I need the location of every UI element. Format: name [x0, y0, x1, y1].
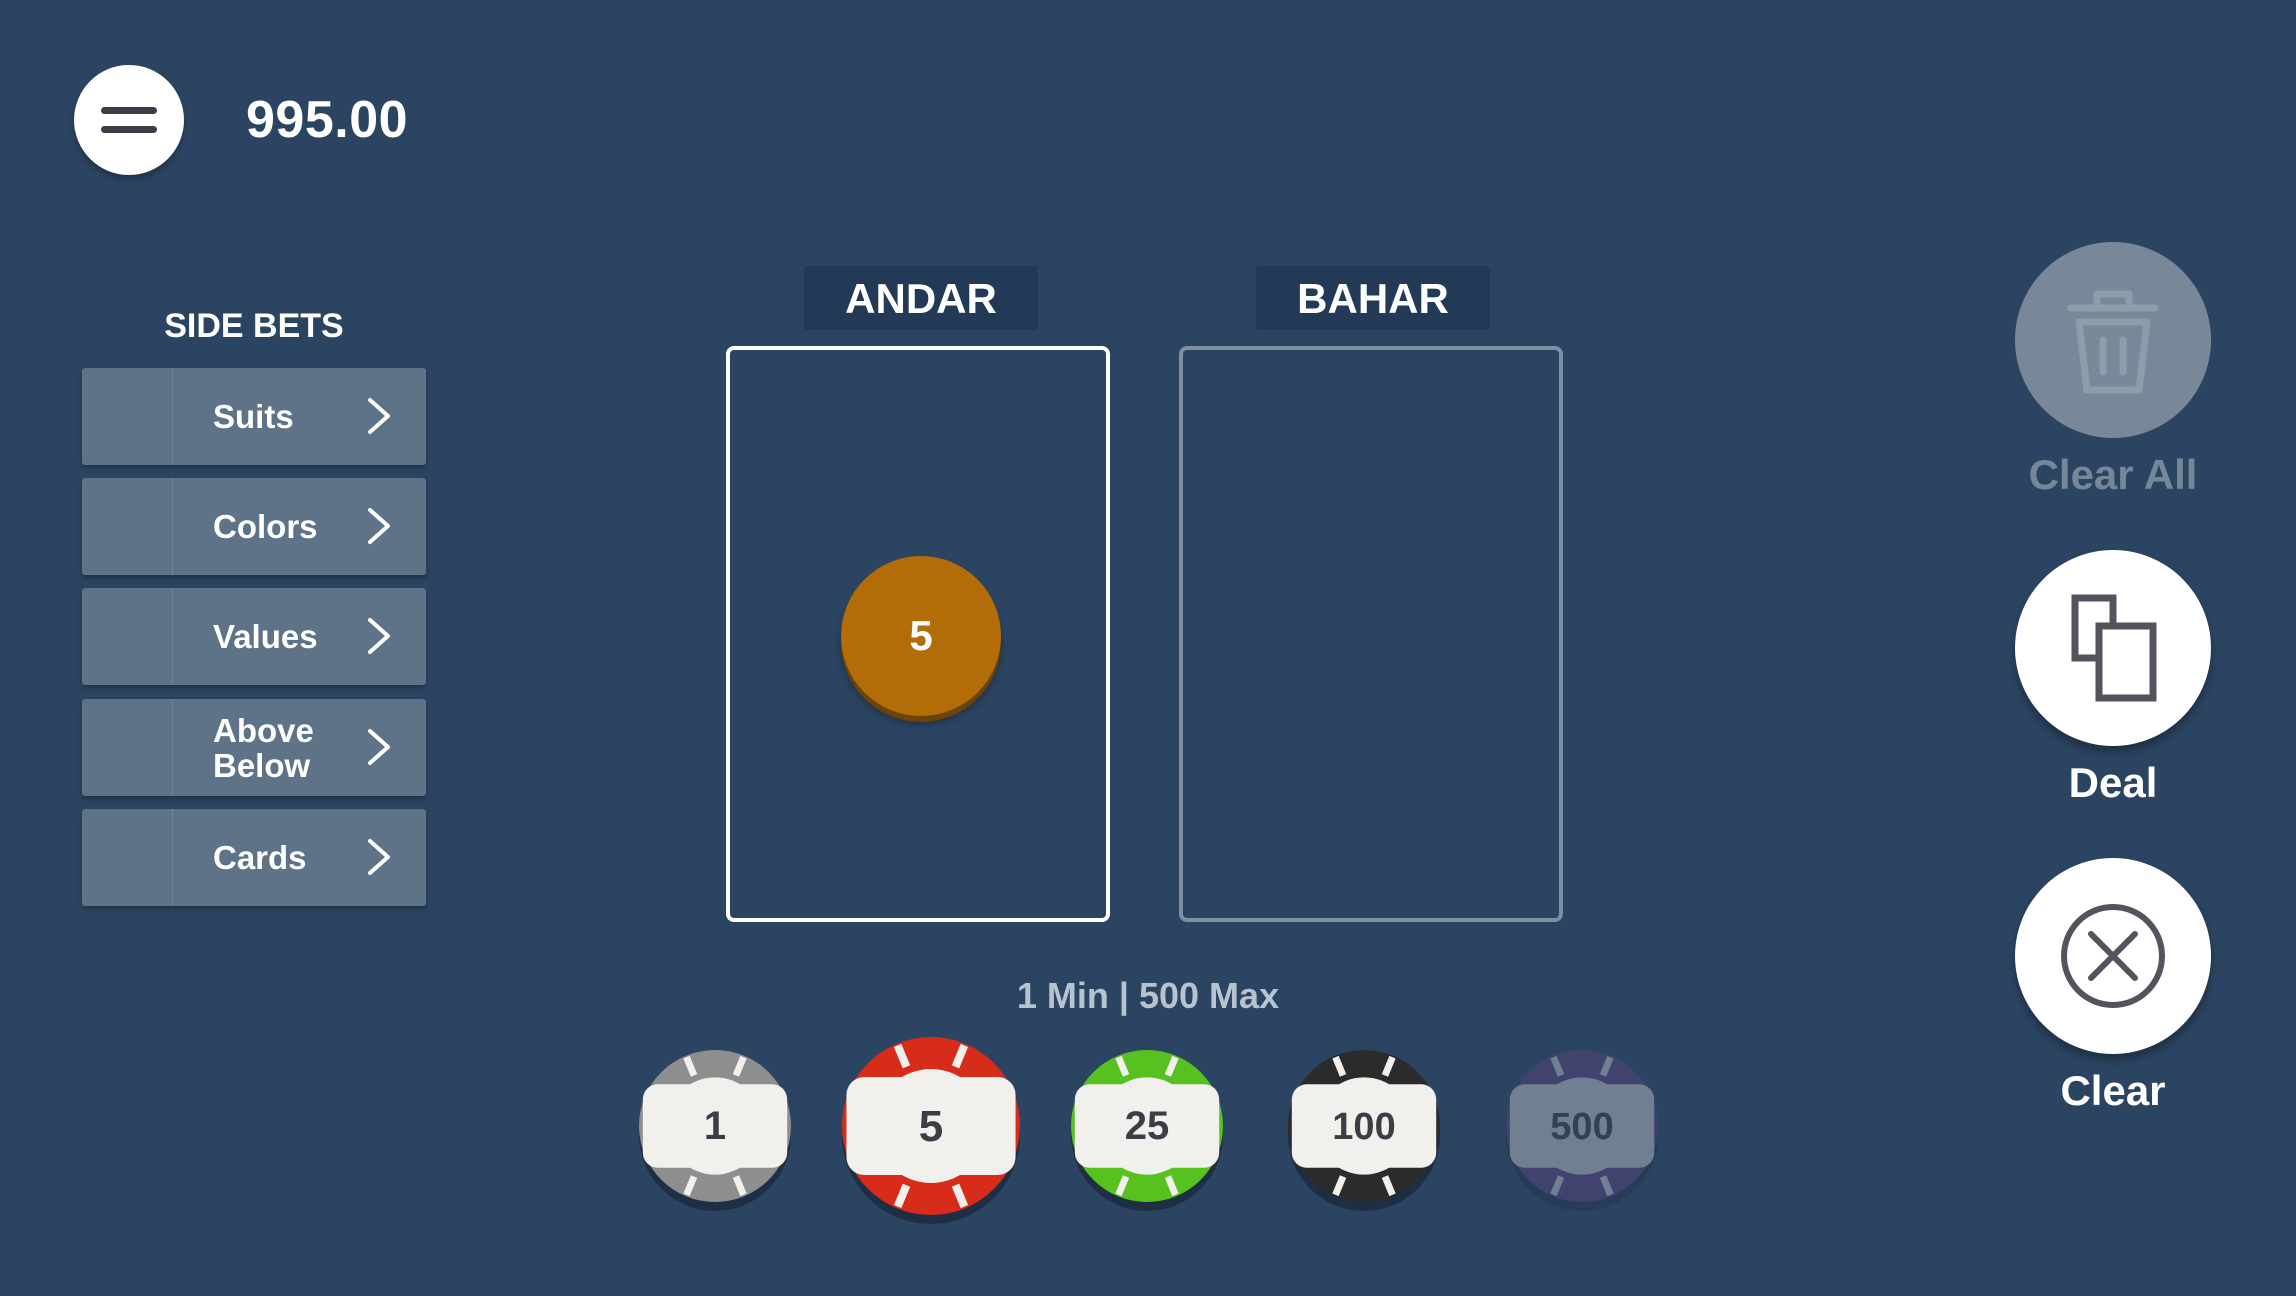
chip-5[interactable]: 5 [832, 1027, 1030, 1225]
trash-icon [2067, 290, 2159, 394]
side-bet-above-below-button[interactable]: Above Below [82, 699, 426, 796]
side-bet-values-button[interactable]: Values [82, 588, 426, 685]
clear-all-button[interactable] [2015, 242, 2211, 438]
side-bet-label: Values [213, 618, 318, 655]
side-bets-title: SIDE BETS [164, 307, 344, 345]
hamburger-menu-icon-bar [101, 126, 157, 133]
chevron-right-icon [368, 729, 390, 765]
chevron-right-icon [368, 398, 390, 434]
deal-button[interactable] [2015, 550, 2211, 746]
deal-label: Deal [2068, 759, 2158, 806]
side-bet-label: Suits [213, 398, 294, 435]
divider [172, 368, 173, 465]
chip-1[interactable]: 1 [629, 1040, 801, 1212]
clear-all-label: Clear All [2028, 451, 2198, 498]
bahar-bet-area[interactable] [1179, 346, 1563, 922]
chip-value-label: 500 [1550, 1106, 1613, 1148]
chevron-right-icon [368, 839, 390, 875]
clear-button[interactable] [2015, 858, 2211, 1054]
chip-100[interactable]: 100 [1278, 1040, 1450, 1212]
divider [172, 809, 173, 906]
bahar-header: BAHAR [1256, 266, 1490, 330]
chip-1-graphic: 1 [639, 1050, 791, 1211]
side-bet-label: Colors [213, 508, 318, 545]
divider [172, 699, 173, 796]
side-bet-suits-button[interactable]: Suits [82, 368, 426, 465]
side-bet-cards-button[interactable]: Cards [82, 809, 426, 906]
chip-25-graphic: 25 [1071, 1050, 1223, 1211]
side-bet-label: Cards [213, 839, 307, 876]
bet-limits: 1 Min | 500 Max [1016, 975, 1280, 1016]
menu-button[interactable] [74, 65, 184, 175]
cards-icon [2071, 594, 2157, 702]
chip-value-label: 1 [704, 1104, 726, 1148]
chip-500-graphic: 500 [1506, 1050, 1658, 1211]
chip-5-graphic: 5 [842, 1037, 1020, 1224]
balance-display: 995.00 [246, 91, 409, 149]
side-bet-label: Above Below [213, 711, 314, 784]
chevron-right-icon [368, 618, 390, 654]
chip-value-label: 5 [919, 1102, 943, 1151]
chip-value-label: 100 [1332, 1106, 1395, 1148]
andar-header: ANDAR [804, 266, 1038, 330]
close-circle-icon [2061, 904, 2165, 1008]
chevron-right-icon [368, 508, 390, 544]
hamburger-menu-icon [101, 107, 157, 114]
chip-25[interactable]: 25 [1061, 1040, 1233, 1212]
placed-chip-andar: 5 [841, 556, 1001, 716]
chip-100-graphic: 100 [1288, 1050, 1440, 1211]
chip-value-label: 25 [1125, 1104, 1170, 1148]
clear-label: Clear [2060, 1067, 2166, 1114]
side-bet-colors-button[interactable]: Colors [82, 478, 426, 575]
chip-500: 500 [1496, 1040, 1668, 1212]
divider [172, 588, 173, 685]
divider [172, 478, 173, 575]
